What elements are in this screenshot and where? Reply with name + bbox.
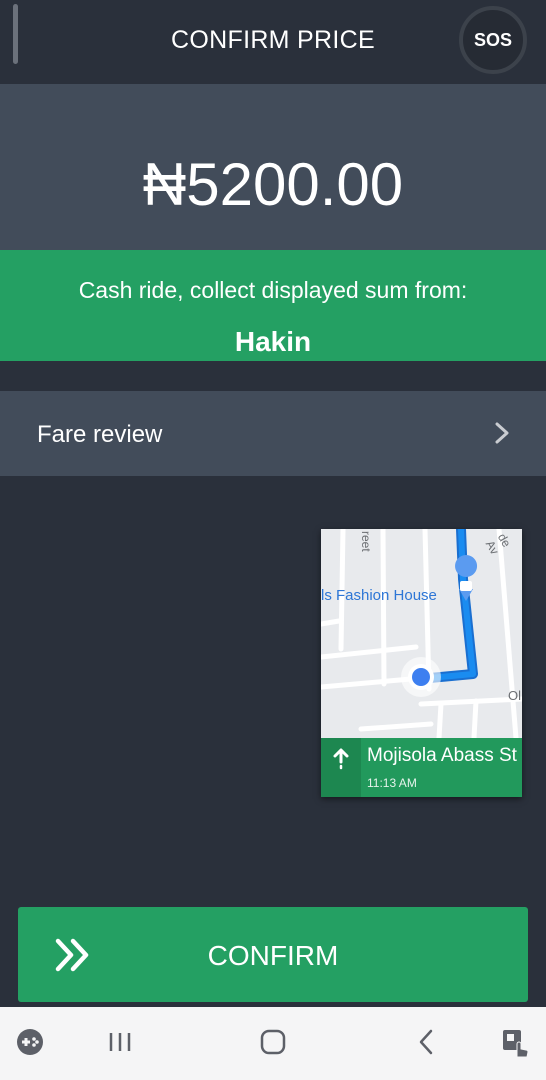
map-street-label: Ol [508,688,521,703]
home-icon[interactable] [258,1027,288,1057]
game-launcher-icon[interactable] [15,1027,45,1057]
price-panel: ₦5200.00 [0,84,546,250]
back-icon[interactable] [412,1027,442,1057]
cash-ride-banner: Cash ride, collect displayed sum from: H… [0,250,546,361]
map-poi-label: ls Fashion House [321,587,437,604]
confirm-price-screen: CONFIRM PRICE SOS ₦5200.00 Cash ride, co… [0,0,546,1080]
next-street-name: Mojisola Abass St [367,745,517,766]
navigation-map-card[interactable]: ls Fashion House reet de Av Ol Mojisola … [321,529,522,797]
map-roads [321,529,522,741]
header-bar: CONFIRM PRICE SOS [0,0,546,84]
map-view[interactable]: ls Fashion House reet de Av Ol [321,529,522,741]
system-navigation-bar [0,1007,546,1080]
fare-review-label: Fare review [37,421,163,448]
price-amount: ₦5200.00 [142,151,404,218]
touch-assist-icon[interactable] [500,1027,532,1059]
confirm-button[interactable]: CONFIRM [18,907,528,1002]
chevron-right-icon [495,422,509,444]
recent-apps-icon[interactable] [106,1027,136,1057]
direction-box [321,738,361,797]
fare-review-row[interactable]: Fare review [0,391,546,476]
cash-ride-message: Cash ride, collect displayed sum from: [78,277,468,303]
confirm-label: CONFIRM [207,940,339,971]
rider-name: Hakin [234,326,312,357]
arrow-up-icon [333,748,349,770]
sos-button[interactable]: SOS [459,6,527,74]
navigation-instruction: Mojisola Abass St 11:13 AM [321,738,522,797]
eta-time: 11:13 AM [367,776,417,790]
map-street-label: reet [359,531,373,552]
